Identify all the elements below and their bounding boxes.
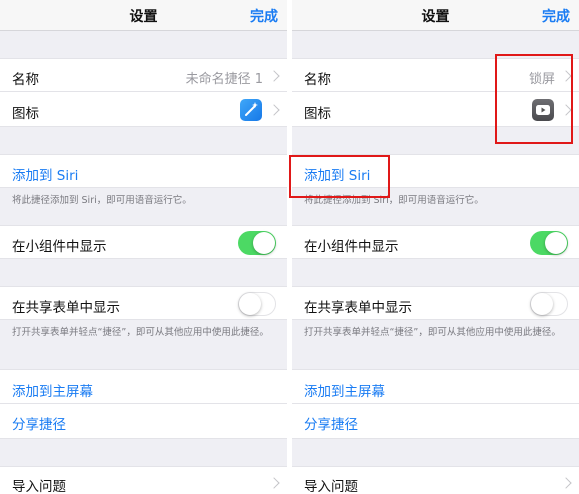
widget-row: 在小组件中显示 (0, 225, 287, 259)
import-question-label: 导入问题 (12, 479, 66, 494)
icon-row[interactable]: 图标 (0, 92, 287, 127)
add-home-row[interactable]: 添加到主屏幕 (292, 369, 579, 404)
siri-footnote: 将此捷径添加到 Siri，即可用语音运行它。 (304, 195, 484, 206)
import-question-row[interactable]: 导入问题 (292, 466, 579, 494)
chevron-right-icon (268, 477, 280, 489)
nav-bar: 设置 完成 (292, 0, 579, 31)
name-label: 名称 (304, 72, 331, 88)
add-home-row[interactable]: 添加到主屏幕 (0, 369, 287, 404)
magic-wand-icon[interactable] (240, 99, 262, 121)
play-icon[interactable] (532, 99, 554, 121)
share-footnote: 打开共享表单并轻点“捷径”，即可从其他应用中使用此捷径。 (304, 327, 561, 338)
import-question-row[interactable]: 导入问题 (0, 466, 287, 494)
name-row[interactable]: 名称 锁屏 (292, 58, 579, 92)
icon-row[interactable]: 图标 (292, 92, 579, 127)
widget-label: 在小组件中显示 (304, 239, 399, 255)
widget-label: 在小组件中显示 (12, 239, 107, 255)
name-value: 未命名捷径 1 (185, 72, 263, 87)
widget-toggle[interactable] (238, 231, 276, 255)
widget-toggle[interactable] (530, 231, 568, 255)
add-to-home-link[interactable]: 添加到主屏幕 (12, 380, 93, 400)
add-to-siri-link[interactable]: 添加到 Siri (12, 164, 78, 184)
chevron-right-icon (268, 104, 280, 116)
add-to-siri-link[interactable]: 添加到 Siri (304, 164, 370, 184)
share-shortcut-row[interactable]: 分享捷径 (292, 404, 579, 439)
icon-label: 图标 (12, 106, 39, 122)
add-to-home-link[interactable]: 添加到主屏幕 (304, 380, 385, 400)
settings-panel-right: 设置 完成 名称 锁屏 图标 添加到 Siri 将此捷径添加到 Siri，即可用… (292, 0, 579, 494)
share-sheet-toggle[interactable] (530, 292, 568, 316)
share-sheet-row: 在共享表单中显示 (0, 286, 287, 320)
add-to-siri-row[interactable]: 添加到 Siri (292, 154, 579, 188)
chevron-right-icon (268, 70, 280, 82)
done-button[interactable]: 完成 (542, 6, 570, 26)
share-sheet-row: 在共享表单中显示 (292, 286, 579, 320)
chevron-right-icon (560, 104, 572, 116)
chevron-right-icon (560, 477, 572, 489)
share-sheet-label: 在共享表单中显示 (304, 300, 412, 316)
nav-bar: 设置 完成 (0, 0, 287, 31)
toggle-knob (545, 232, 567, 254)
widget-row: 在小组件中显示 (292, 225, 579, 259)
share-shortcut-link[interactable]: 分享捷径 (304, 413, 358, 433)
page-title: 设置 (421, 9, 450, 25)
toggle-knob (238, 292, 261, 315)
done-button[interactable]: 完成 (250, 6, 278, 26)
name-row[interactable]: 名称 未命名捷径 1 (0, 58, 287, 92)
chevron-right-icon (560, 70, 572, 82)
share-footnote: 打开共享表单并轻点“捷径”，即可从其他应用中使用此捷径。 (12, 327, 269, 338)
siri-footnote: 将此捷径添加到 Siri，即可用语音运行它。 (12, 195, 192, 206)
name-value: 锁屏 (528, 72, 555, 87)
share-sheet-label: 在共享表单中显示 (12, 300, 120, 316)
icon-label: 图标 (304, 106, 331, 122)
settings-panel-left: 设置 完成 名称 未命名捷径 1 图标 添加到 Siri 将此捷径添加到 Sir… (0, 0, 287, 494)
name-label: 名称 (12, 72, 39, 88)
share-sheet-toggle[interactable] (238, 292, 276, 316)
share-shortcut-row[interactable]: 分享捷径 (0, 404, 287, 439)
page-title: 设置 (129, 9, 158, 25)
import-question-label: 导入问题 (304, 479, 358, 494)
add-to-siri-row[interactable]: 添加到 Siri (0, 154, 287, 188)
toggle-knob (530, 292, 553, 315)
toggle-knob (253, 232, 275, 254)
share-shortcut-link[interactable]: 分享捷径 (12, 413, 66, 433)
